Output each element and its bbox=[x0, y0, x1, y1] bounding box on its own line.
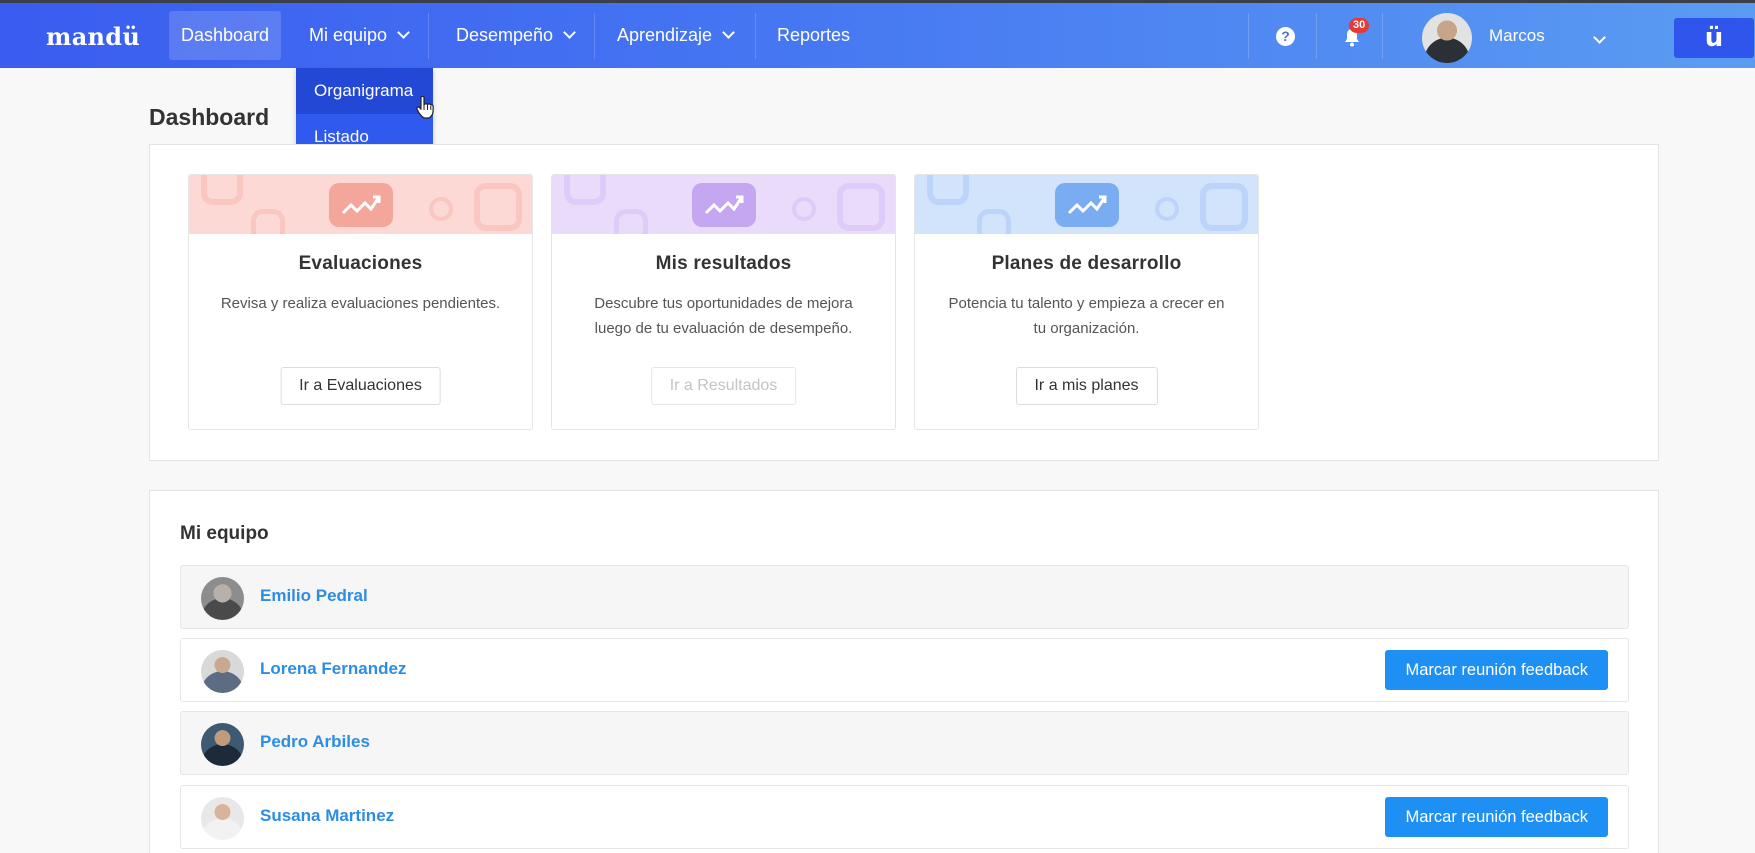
decorative-square-icon bbox=[564, 175, 606, 205]
decorative-square-icon bbox=[977, 209, 1011, 234]
help-icon[interactable]: ? bbox=[1276, 27, 1295, 46]
nav-reportes[interactable]: Reportes bbox=[765, 11, 862, 60]
page-title: Dashboard bbox=[149, 104, 270, 130]
decorative-square-icon bbox=[429, 197, 453, 221]
card-description: Revisa y realiza evaluaciones pendientes… bbox=[220, 295, 501, 312]
notification-badge: 30 bbox=[1349, 18, 1370, 33]
nav-mi-equipo[interactable]: Mi equipo bbox=[297, 11, 420, 60]
hand-pointer-icon bbox=[416, 95, 434, 119]
nav-divider bbox=[594, 13, 595, 59]
nav-desempeno-label: Desempeño bbox=[456, 25, 554, 45]
nav-divider bbox=[1316, 13, 1317, 59]
avatar bbox=[201, 723, 244, 766]
trend-arrow-icon bbox=[1055, 183, 1119, 227]
decorative-square-icon bbox=[837, 183, 885, 231]
chevron-down-icon[interactable] bbox=[1593, 31, 1606, 44]
card-planes-de-desarrollo: Planes de desarrollo Potencia tu talento… bbox=[914, 174, 1259, 430]
decorative-square-icon bbox=[1200, 183, 1248, 231]
nav-divider bbox=[1382, 13, 1383, 59]
avatar bbox=[201, 797, 244, 840]
decorative-square-icon bbox=[201, 175, 243, 205]
member-name[interactable]: Pedro Arbiles bbox=[260, 732, 370, 752]
member-name[interactable]: Lorena Fernandez bbox=[260, 659, 406, 679]
card-description: Descubre tus oportunidades de mejora lue… bbox=[594, 295, 853, 337]
decorative-square-icon bbox=[251, 209, 285, 234]
trend-arrow-icon bbox=[329, 183, 393, 227]
nav-aprendizaje[interactable]: Aprendizaje bbox=[605, 11, 745, 60]
team-member-row: Lorena Fernandez Marcar reunión feedback bbox=[180, 638, 1629, 702]
card-description: Potencia tu talento y empieza a crecer e… bbox=[948, 295, 1225, 337]
section-title: Mi equipo bbox=[180, 523, 269, 544]
card-evaluaciones: Evaluaciones Revisa y realiza evaluacion… bbox=[188, 174, 533, 430]
brand-logo[interactable]: mandü bbox=[46, 22, 140, 51]
team-member-row: Pedro Arbiles bbox=[180, 711, 1629, 775]
card-banner bbox=[189, 175, 532, 234]
nav-divider bbox=[755, 13, 756, 59]
card-banner bbox=[552, 175, 895, 234]
card-banner bbox=[915, 175, 1258, 234]
ir-a-evaluaciones-button[interactable]: Ir a Evaluaciones bbox=[280, 367, 441, 405]
brand-badge-button[interactable]: ü bbox=[1674, 18, 1754, 58]
card-title: Planes de desarrollo bbox=[991, 253, 1182, 274]
decorative-square-icon bbox=[614, 209, 648, 234]
chevron-down-icon bbox=[563, 26, 576, 39]
team-member-row: Susana Martinez Marcar reunión feedback bbox=[180, 785, 1629, 849]
dropdown-item-organigrama[interactable]: Organigrama bbox=[296, 68, 433, 114]
team-member-row: Emilio Pedral bbox=[180, 565, 1629, 629]
nav-divider bbox=[1248, 13, 1249, 59]
card-title: Mis resultados bbox=[655, 253, 792, 274]
user-avatar[interactable] bbox=[1422, 13, 1472, 63]
nav-reportes-label: Reportes bbox=[777, 25, 851, 45]
marcar-reunion-feedback-button[interactable]: Marcar reunión feedback bbox=[1385, 650, 1608, 690]
nav-desempeno[interactable]: Desempeño bbox=[444, 11, 586, 60]
decorative-square-icon bbox=[1155, 197, 1179, 221]
card-title: Evaluaciones bbox=[298, 253, 423, 274]
member-name[interactable]: Emilio Pedral bbox=[260, 586, 368, 606]
member-name[interactable]: Susana Martinez bbox=[260, 806, 394, 826]
decorative-square-icon bbox=[927, 175, 969, 205]
marcar-reunion-feedback-button[interactable]: Marcar reunión feedback bbox=[1385, 797, 1608, 837]
nav-aprendizaje-label: Aprendizaje bbox=[617, 25, 713, 45]
top-navbar: mandü Dashboard Mi equipo Desempeño Apre… bbox=[0, 0, 1755, 68]
nav-dashboard-label: Dashboard bbox=[181, 25, 270, 45]
card-mis-resultados: Mis resultados Descubre tus oportunidade… bbox=[551, 174, 896, 430]
avatar bbox=[201, 577, 244, 620]
decorative-square-icon bbox=[792, 197, 816, 221]
nav-mi-equipo-label: Mi equipo bbox=[309, 25, 388, 45]
decorative-square-icon bbox=[474, 183, 522, 231]
chevron-down-icon bbox=[722, 26, 735, 39]
trend-arrow-icon bbox=[692, 183, 756, 227]
chevron-down-icon bbox=[397, 26, 410, 39]
nav-divider bbox=[428, 13, 429, 59]
ir-a-resultados-button[interactable]: Ir a Resultados bbox=[650, 367, 797, 405]
nav-dashboard[interactable]: Dashboard bbox=[169, 11, 282, 60]
ir-a-mis-planes-button[interactable]: Ir a mis planes bbox=[1015, 367, 1158, 405]
user-name[interactable]: Marcos bbox=[1489, 26, 1545, 46]
avatar bbox=[201, 650, 244, 693]
